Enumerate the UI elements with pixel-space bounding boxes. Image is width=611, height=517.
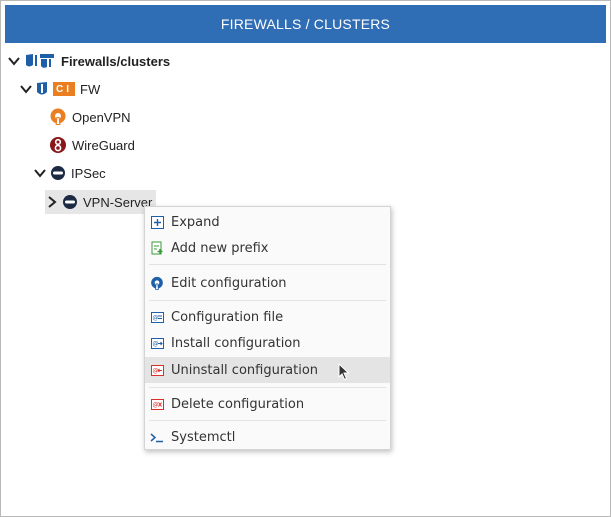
install-config-icon: @ [150, 336, 164, 350]
menu-label-configuration-file: Configuration file [171, 309, 284, 325]
menu-separator [149, 264, 386, 265]
menu-label-edit-configuration: Edit configuration [171, 275, 287, 291]
menu-label-add-prefix: Add new prefix [171, 240, 269, 256]
panel-title: FIREWALLS / CLUSTERS [220, 16, 391, 32]
tree-label-openvpn: OpenVPN [72, 109, 131, 125]
chevron-down-icon[interactable] [7, 53, 21, 69]
delete-config-icon: @ [150, 397, 164, 411]
menu-item-systemctl[interactable]: Systemctl [145, 424, 390, 450]
menu-label-expand: Expand [171, 214, 220, 230]
menu-separator [149, 420, 386, 421]
menu-separator [149, 387, 386, 388]
firewall-clusters-icon [24, 53, 56, 69]
menu-item-install-configuration[interactable]: @ Install configuration [145, 330, 390, 356]
openvpn-icon [49, 108, 67, 126]
tree-label-vpn-server: VPN-Server [83, 194, 153, 210]
tree-label-wireguard: WireGuard [72, 137, 135, 153]
tree-node-vpn-server[interactable]: VPN-Server [45, 190, 157, 214]
tree-node-openvpn[interactable]: OpenVPN [49, 105, 131, 129]
menu-label-systemctl: Systemctl [171, 429, 236, 445]
menu-item-configuration-file[interactable]: @ Configuration file [145, 304, 390, 330]
add-prefix-icon [150, 241, 164, 255]
panel-header: FIREWALLS / CLUSTERS [5, 5, 606, 43]
ipsec-icon [50, 165, 66, 181]
config-file-icon: @ [150, 310, 164, 324]
tree-node-fw[interactable]: CI FW [19, 77, 100, 101]
tree-label-ipsec: IPSec [71, 165, 106, 181]
tree-node-root[interactable]: Firewalls/clusters [7, 49, 170, 73]
menu-label-uninstall-configuration: Uninstall configuration [171, 362, 319, 378]
tree-label-root: Firewalls/clusters [61, 53, 171, 69]
ci-badge-icon: CI [53, 82, 75, 96]
menu-item-expand[interactable]: Expand [145, 209, 390, 235]
ipsec-icon [62, 194, 78, 210]
menu-item-uninstall-configuration[interactable]: @ Uninstall configuration [145, 357, 390, 383]
chevron-right-icon[interactable] [45, 194, 59, 210]
tree-node-ipsec[interactable]: IPSec [33, 161, 106, 185]
mouse-cursor-icon [338, 362, 350, 385]
terminal-icon [150, 430, 164, 444]
chevron-down-icon[interactable] [33, 165, 47, 181]
menu-label-delete-configuration: Delete configuration [171, 396, 305, 412]
svg-text:@: @ [152, 401, 158, 408]
expand-icon [150, 215, 164, 229]
svg-text:@: @ [152, 367, 158, 374]
menu-label-install-configuration: Install configuration [171, 335, 301, 351]
uninstall-config-icon: @ [150, 363, 164, 377]
context-menu: Expand Add new prefix Edit configuration… [144, 206, 391, 450]
wireguard-icon [49, 136, 67, 154]
menu-item-edit-configuration[interactable]: Edit configuration [145, 270, 390, 296]
menu-separator [149, 300, 386, 301]
tree-label-fw: FW [80, 81, 101, 97]
svg-text:@: @ [152, 314, 158, 321]
firewall-shield-icon [36, 81, 48, 97]
tree-node-wireguard[interactable]: WireGuard [49, 133, 135, 157]
openvpn-icon [150, 276, 164, 290]
ci-badge-text: CI [56, 83, 72, 95]
svg-text:@: @ [152, 340, 158, 347]
chevron-down-icon[interactable] [19, 81, 33, 97]
menu-item-delete-configuration[interactable]: @ Delete configuration [145, 391, 390, 417]
menu-item-add-prefix[interactable]: Add new prefix [145, 235, 390, 261]
